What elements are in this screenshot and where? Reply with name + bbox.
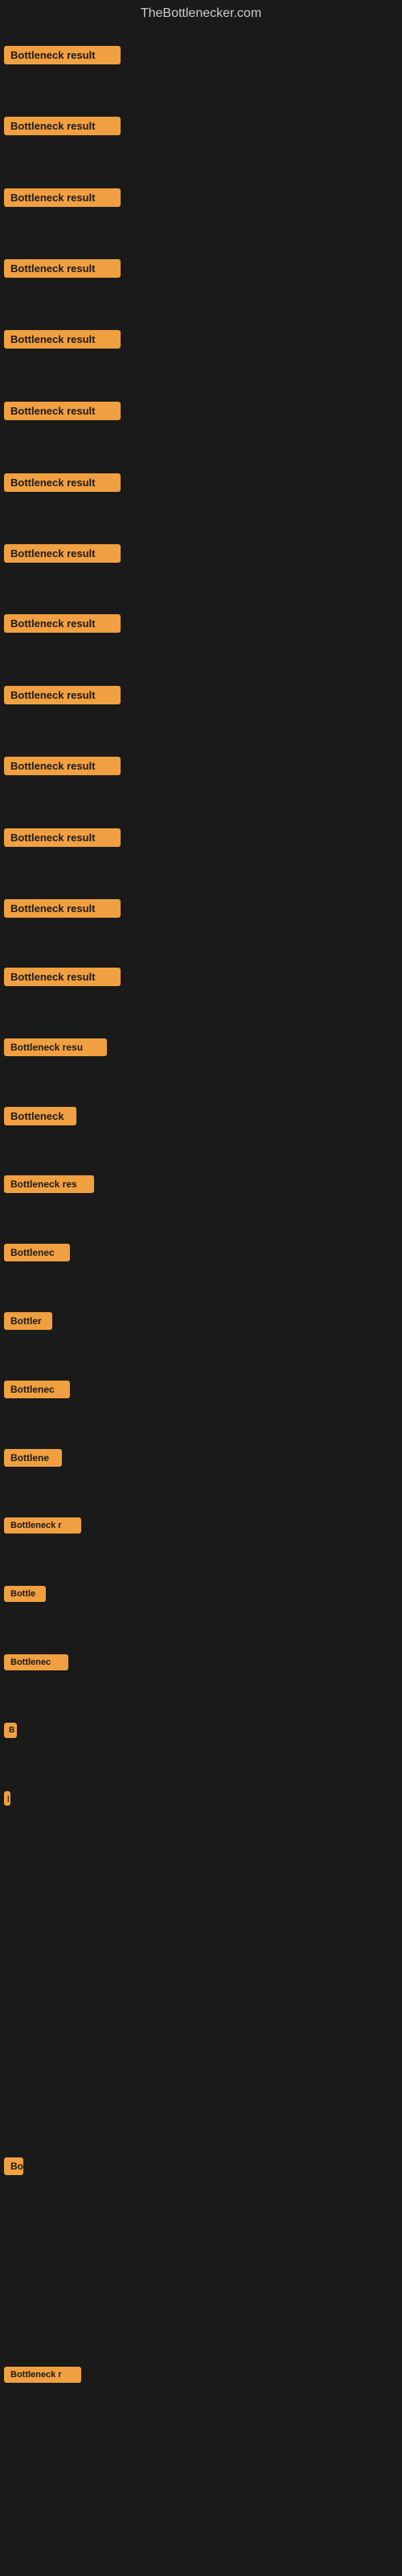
bottleneck-item-4[interactable]: Bottleneck result [4, 259, 121, 282]
bottleneck-item-26: | [4, 1791, 10, 1810]
bottleneck-badge: Bottle [4, 1586, 46, 1602]
bottleneck-item-22[interactable]: Bottleneck r [4, 1517, 81, 1538]
bottleneck-badge: Bottleneck r [4, 2367, 81, 2383]
bottleneck-badge: Bottleneck result [4, 188, 121, 207]
bottleneck-badge: Bottleneck result [4, 402, 121, 420]
bottleneck-item-23[interactable]: Bottle [4, 1586, 46, 1606]
bottleneck-badge: Bottleneck result [4, 899, 121, 918]
bottleneck-badge: Bottleneck result [4, 544, 121, 563]
bottleneck-item-12[interactable]: Bottleneck result [4, 828, 121, 851]
bottleneck-badge: Bottleneck resu [4, 1038, 107, 1056]
bottleneck-item-19[interactable]: Bottler [4, 1312, 52, 1334]
bottleneck-item-13[interactable]: Bottleneck result [4, 899, 121, 922]
site-title: TheBottlenecker.com [0, 0, 402, 27]
bottleneck-item-5[interactable]: Bottleneck result [4, 330, 121, 353]
bottleneck-item-9[interactable]: Bottleneck result [4, 614, 121, 637]
bottleneck-item-1[interactable]: Bottleneck result [4, 46, 121, 68]
bottleneck-badge: Bottlenec [4, 1381, 70, 1398]
bottleneck-badge: Bottlenec [4, 1244, 70, 1261]
bottleneck-item-24[interactable]: Bottlenec [4, 1654, 68, 1674]
page-container: TheBottlenecker.com Bottleneck result Bo… [0, 0, 402, 2576]
bottleneck-item-8[interactable]: Bottleneck result [4, 544, 121, 567]
cursor-indicator: | [4, 1791, 10, 1806]
bottleneck-badge: Bottleneck result [4, 117, 121, 135]
bottleneck-item-14[interactable]: Bottleneck result [4, 968, 121, 990]
bottleneck-badge: Bottleneck res [4, 1175, 94, 1193]
bottleneck-badge: Bottlenec [4, 1654, 68, 1670]
bottleneck-item-10[interactable]: Bottleneck result [4, 686, 121, 708]
bottleneck-badge: Bottlene [4, 1449, 62, 1467]
bottleneck-item-21[interactable]: Bottlene [4, 1449, 62, 1471]
bottleneck-item-15[interactable]: Bottleneck resu [4, 1038, 107, 1060]
bottleneck-item-7[interactable]: Bottleneck result [4, 473, 121, 496]
bottleneck-item-3[interactable]: Bottleneck result [4, 188, 121, 211]
bottleneck-item-27[interactable]: Bo [4, 2157, 23, 2179]
bottleneck-badge: Bottleneck r [4, 1517, 81, 1534]
bottleneck-item-6[interactable]: Bottleneck result [4, 402, 121, 424]
bottleneck-item-11[interactable]: Bottleneck result [4, 757, 121, 779]
bottleneck-item-20[interactable]: Bottlenec [4, 1381, 70, 1402]
bottleneck-badge: Bottleneck result [4, 968, 121, 986]
bottleneck-badge: Bottleneck [4, 1107, 76, 1125]
bottleneck-badge: Bottleneck result [4, 757, 121, 775]
bottleneck-item-16[interactable]: Bottleneck [4, 1107, 76, 1129]
bottleneck-badge: Bottleneck result [4, 686, 121, 704]
bottleneck-badge: Bottleneck result [4, 46, 121, 64]
bottleneck-badge: Bottleneck result [4, 330, 121, 349]
bottleneck-badge: Bottleneck result [4, 614, 121, 633]
bottleneck-item-28[interactable]: Bottleneck r [4, 2367, 81, 2387]
bottleneck-badge: Bottler [4, 1312, 52, 1330]
bottleneck-item-25[interactable]: B [4, 1723, 17, 1742]
bottleneck-badge: Bottleneck result [4, 473, 121, 492]
bottleneck-item-17[interactable]: Bottleneck res [4, 1175, 94, 1197]
bottleneck-item-18[interactable]: Bottlenec [4, 1244, 70, 1265]
bottleneck-badge: B [4, 1723, 17, 1738]
bottleneck-badge: Bo [4, 2157, 23, 2175]
bottleneck-badge: Bottleneck result [4, 259, 121, 278]
bottleneck-item-2[interactable]: Bottleneck result [4, 117, 121, 139]
bottleneck-badge: Bottleneck result [4, 828, 121, 847]
